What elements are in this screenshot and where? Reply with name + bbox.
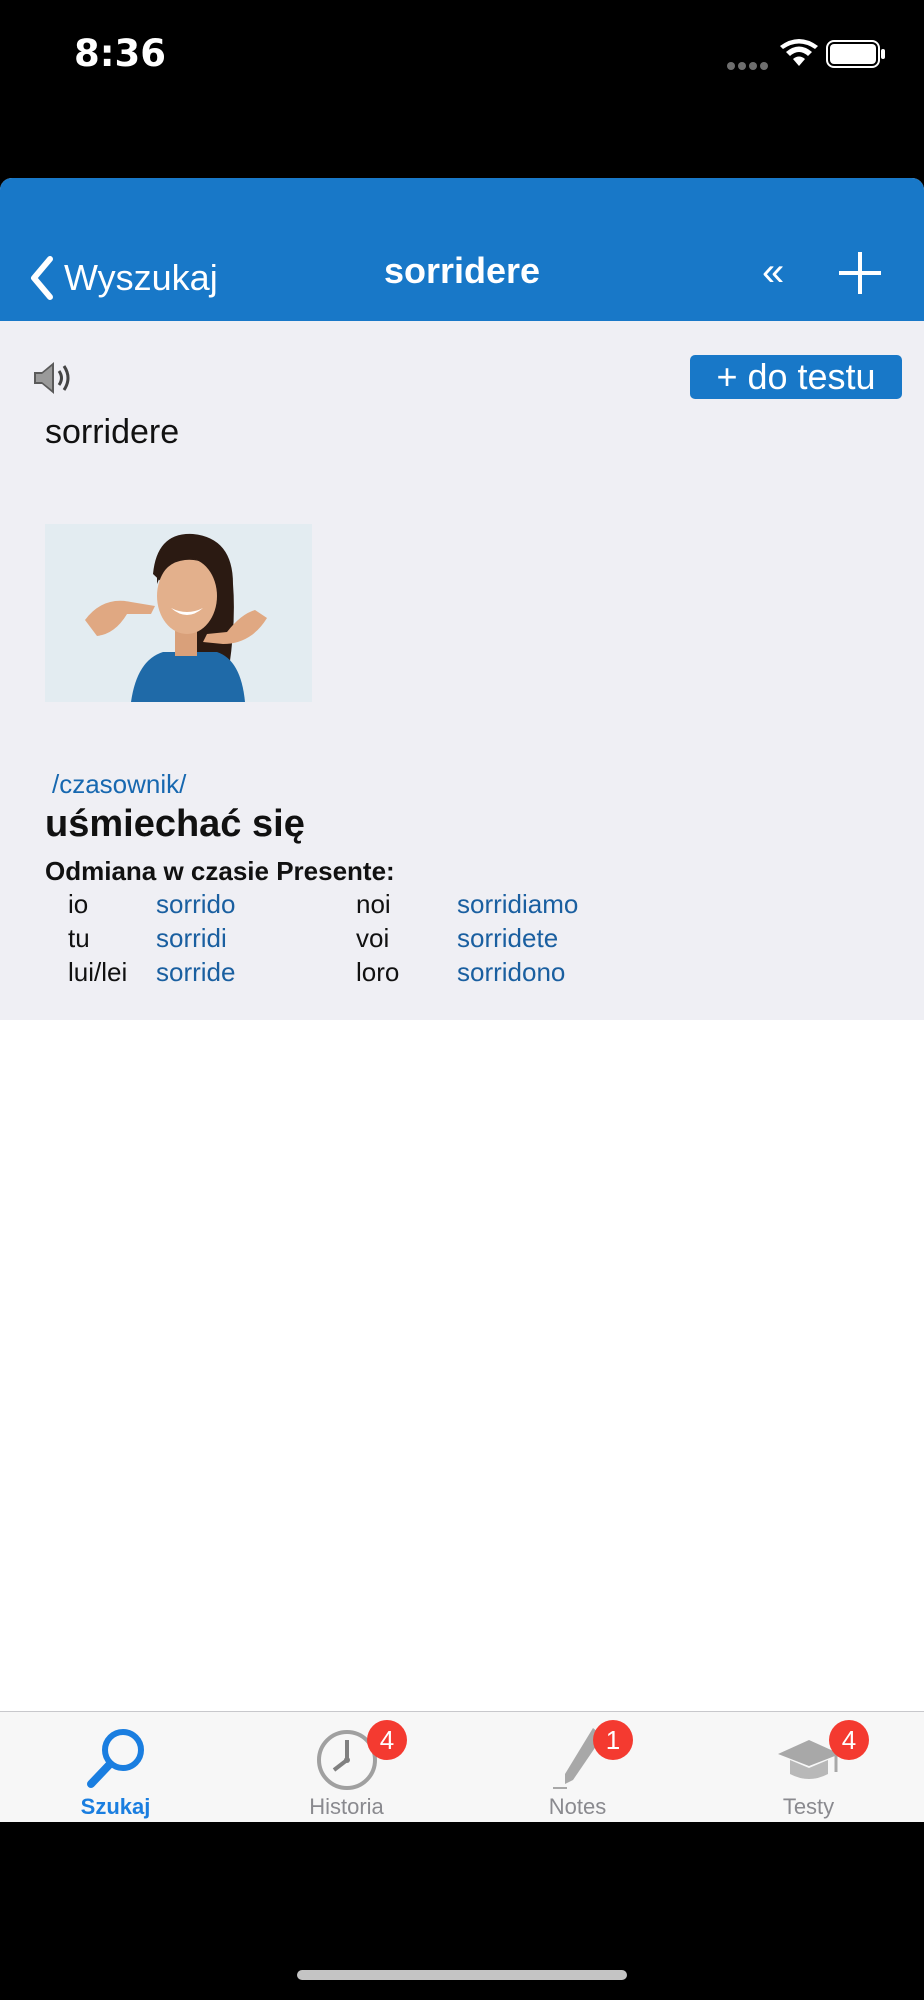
tab-label: Szukaj bbox=[80, 1794, 151, 1819]
verb-form-link[interactable]: sorrido bbox=[156, 889, 235, 920]
pronoun: tu bbox=[68, 923, 90, 953]
chevron-left-icon bbox=[31, 256, 53, 300]
pronoun: io bbox=[68, 889, 89, 919]
pronoun: voi bbox=[356, 923, 390, 953]
entry-content: + do testu sorridere /czasownik/ uśmiech… bbox=[0, 321, 924, 1020]
tab-label: Notes bbox=[548, 1794, 607, 1819]
phone-screen: 8:36 Wyszukaj sorridere « + do testu sor… bbox=[0, 0, 924, 2000]
verb-form-link[interactable]: sorridete bbox=[457, 923, 558, 954]
verb-form-link[interactable]: sorridi bbox=[156, 923, 227, 954]
battery-icon bbox=[826, 40, 885, 68]
word-illustration bbox=[45, 524, 312, 702]
app-window: Wyszukaj sorridere « + do testu sorrider… bbox=[0, 178, 924, 1822]
tab-szukaj[interactable]: Szukaj bbox=[0, 1712, 231, 1822]
tab-label: Historia bbox=[309, 1794, 384, 1819]
status-time: 8:36 bbox=[74, 32, 167, 75]
speaker-icon[interactable] bbox=[30, 358, 76, 398]
magnifier-icon bbox=[86, 1729, 144, 1788]
tab-testy[interactable]: 4 Testy bbox=[693, 1712, 924, 1822]
back-button-label: Wyszukaj bbox=[64, 257, 218, 298]
tab-historia[interactable]: 4 Historia bbox=[231, 1712, 462, 1822]
tab-notes[interactable]: 1 Notes bbox=[462, 1712, 693, 1822]
tab-label: Testy bbox=[782, 1794, 835, 1819]
cellular-signal-icon bbox=[727, 57, 771, 75]
navigation-bar: Wyszukaj sorridere « bbox=[0, 178, 924, 321]
back-button[interactable]: Wyszukaj bbox=[26, 248, 218, 308]
part-of-speech: /czasownik/ bbox=[52, 769, 187, 799]
headword: sorridere bbox=[45, 413, 180, 451]
verb-form-link[interactable]: sorride bbox=[156, 957, 235, 988]
pronoun: noi bbox=[356, 889, 391, 919]
verb-form-link[interactable]: sorridiamo bbox=[457, 889, 578, 920]
translation: uśmiechać się bbox=[45, 803, 305, 845]
pronoun: loro bbox=[356, 957, 400, 987]
verb-form-link[interactable]: sorridono bbox=[457, 957, 565, 988]
conjugation-title: Odmiana w czasie Presente: bbox=[45, 856, 395, 886]
add-to-test-button[interactable]: + do testu bbox=[690, 355, 902, 399]
add-icon[interactable] bbox=[835, 248, 885, 298]
notification-badge: 1 bbox=[593, 1720, 633, 1760]
wifi-icon bbox=[780, 39, 818, 66]
tab-bar: Szukaj 4 Historia 1 Notes 4 Testy bbox=[0, 1711, 924, 1822]
previous-entry-button[interactable]: « bbox=[762, 250, 784, 295]
pronoun: lui/lei bbox=[68, 957, 128, 987]
notification-badge: 4 bbox=[367, 1720, 407, 1760]
notification-badge: 4 bbox=[829, 1720, 869, 1760]
home-indicator[interactable] bbox=[297, 1970, 627, 1980]
status-bar: 8:36 bbox=[0, 0, 924, 120]
